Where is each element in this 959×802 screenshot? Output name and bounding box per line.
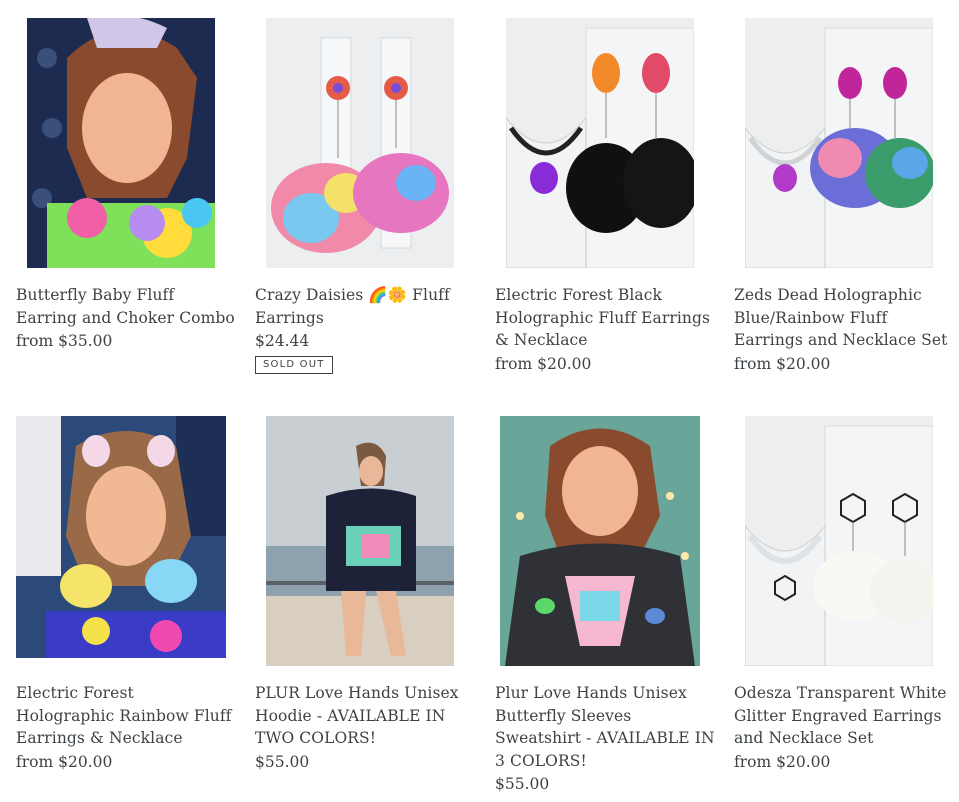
product-card-electric-forest-black[interactable]: Electric Forest Black Holographic Fluff … (495, 18, 715, 375)
product-card-plur-sweatshirt[interactable]: Plur Love Hands Unisex Butterfly Sleeves… (495, 416, 715, 795)
product-card-zeds-dead[interactable]: Zeds Dead Holographic Blue/Rainbow Fluff… (734, 18, 954, 375)
product-image[interactable] (27, 18, 215, 268)
product-image[interactable] (506, 18, 694, 268)
product-image[interactable] (266, 416, 454, 666)
product-price: from $20.00 (734, 353, 954, 375)
product-price: from $20.00 (16, 751, 236, 773)
price-value: $20.00 (537, 354, 592, 373)
price-value: $20.00 (776, 354, 831, 373)
price-prefix: from (16, 332, 54, 350)
price-prefix: from (495, 354, 533, 373)
price-value: $55.00 (495, 775, 550, 793)
product-title[interactable]: Butterfly Baby Fluff Earring and Choker … (16, 284, 236, 329)
product-price: from $35.00 (16, 330, 236, 352)
product-title[interactable]: Zeds Dead Holographic Blue/Rainbow Fluff… (734, 284, 954, 352)
product-image[interactable] (745, 18, 933, 268)
product-title[interactable]: PLUR Love Hands Unisex Hoodie - AVAILABL… (255, 682, 475, 750)
product-title[interactable]: Electric Forest Holographic Rainbow Fluf… (16, 682, 236, 750)
product-price: from $20.00 (734, 751, 954, 773)
price-value: $20.00 (58, 752, 113, 771)
product-image[interactable] (500, 416, 700, 666)
price-value: $24.44 (255, 332, 310, 350)
product-image[interactable] (266, 18, 454, 268)
product-image[interactable] (16, 416, 226, 658)
price-value: $35.00 (58, 332, 113, 350)
price-value: $55.00 (255, 752, 310, 771)
product-card-butterfly-baby[interactable]: Butterfly Baby Fluff Earring and Choker … (16, 18, 236, 352)
product-title[interactable]: Odesza Transparent White Glitter Engrave… (734, 682, 954, 750)
price-value: $20.00 (776, 752, 831, 771)
price-prefix: from (734, 354, 772, 373)
product-card-plur-hoodie[interactable]: PLUR Love Hands Unisex Hoodie - AVAILABL… (255, 416, 475, 773)
price-prefix: from (734, 752, 772, 771)
price-prefix: from (16, 752, 54, 771)
product-grid: Butterfly Baby Fluff Earring and Choker … (0, 0, 959, 802)
product-card-electric-forest-rainbow[interactable]: Electric Forest Holographic Rainbow Fluf… (16, 416, 236, 773)
product-card-odesza[interactable]: Odesza Transparent White Glitter Engrave… (734, 416, 954, 773)
product-title[interactable]: Plur Love Hands Unisex Butterfly Sleeves… (495, 682, 715, 772)
product-title[interactable]: Electric Forest Black Holographic Fluff … (495, 284, 715, 352)
product-image[interactable] (745, 416, 933, 666)
product-price: $24.44 (255, 330, 475, 352)
product-price: $55.00 (255, 751, 475, 773)
sold-out-badge: SOLD OUT (255, 356, 333, 374)
product-title[interactable]: Crazy Daisies 🌈🌼 Fluff Earrings (255, 284, 475, 329)
product-price: from $20.00 (495, 353, 715, 375)
product-card-crazy-daisies[interactable]: Crazy Daisies 🌈🌼 Fluff Earrings $24.44 S… (255, 18, 475, 374)
product-price: $55.00 (495, 773, 715, 795)
